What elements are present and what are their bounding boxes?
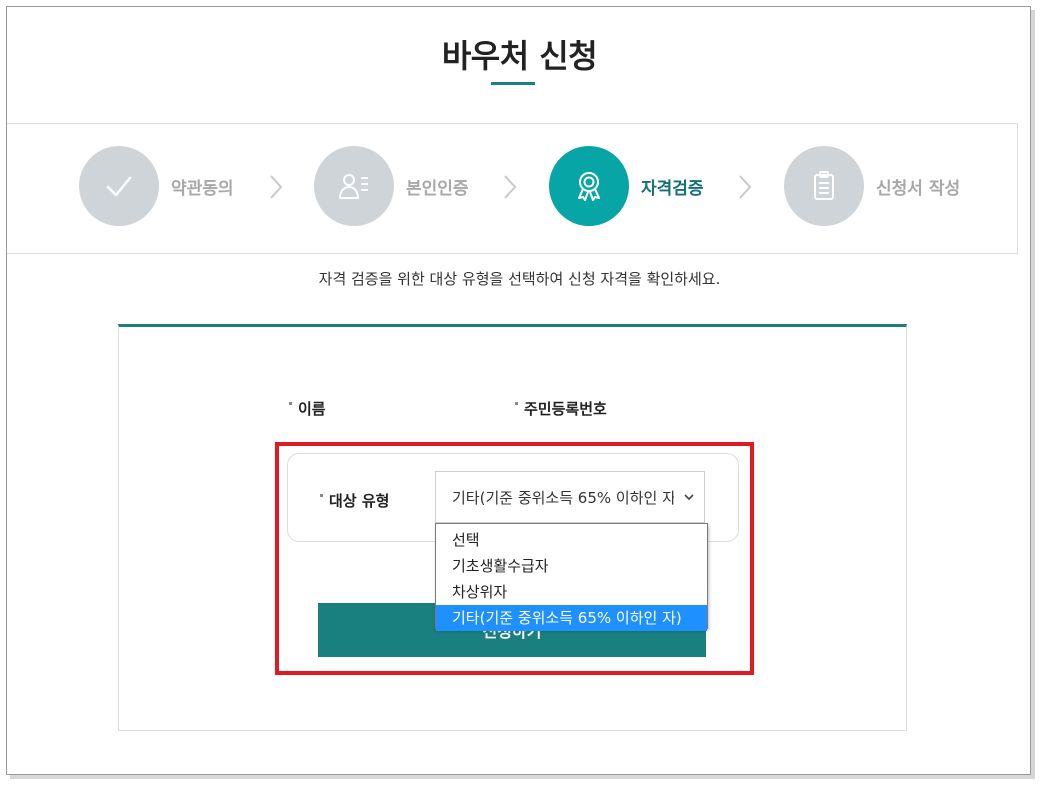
check-icon bbox=[106, 176, 132, 197]
step-label: 신청서 작성 bbox=[876, 178, 961, 199]
bullet-icon bbox=[515, 402, 518, 405]
step-eligibility: 자격검증 bbox=[549, 146, 704, 226]
page-frame: 바우처 신청 약관동의 본인인증 자격검증 신청서 작성 자격 검증을 위한 대… bbox=[6, 6, 1031, 775]
chevron-right-icon bbox=[504, 175, 517, 199]
user-id-icon bbox=[339, 174, 368, 199]
step-circle-active bbox=[549, 146, 629, 226]
step-circle bbox=[314, 146, 394, 226]
step-application-form: 신청서 작성 bbox=[784, 146, 960, 226]
chevron-right-icon bbox=[739, 175, 752, 199]
step-label: 본인인증 bbox=[406, 178, 469, 199]
guide-text: 자격 검증을 위한 대상 유형을 선택하여 신청 자격을 확인하세요. bbox=[318, 270, 721, 288]
bullet-icon bbox=[289, 402, 292, 405]
page-title: 바우처 신청 bbox=[441, 37, 598, 75]
chevron-right-icon bbox=[270, 175, 283, 199]
step-circle bbox=[79, 146, 159, 226]
step-circle bbox=[784, 146, 864, 226]
clipboard-icon bbox=[814, 171, 834, 200]
step-identity: 본인인증 bbox=[314, 146, 469, 226]
rrn-label-text: 주민등록번호 bbox=[524, 400, 607, 418]
step-label: 자격검증 bbox=[641, 178, 704, 199]
title-underline bbox=[491, 82, 535, 85]
award-icon bbox=[578, 172, 600, 201]
name-field-label: 이름 bbox=[289, 398, 326, 419]
step-terms: 약관동의 bbox=[79, 146, 234, 226]
step-label: 약관동의 bbox=[171, 178, 234, 199]
highlight-box bbox=[275, 442, 754, 675]
rrn-field-label: 주민등록번호 bbox=[515, 398, 607, 419]
name-label-text: 이름 bbox=[298, 400, 326, 418]
step-indicator: 약관동의 본인인증 자격검증 신청서 작성 bbox=[7, 123, 1018, 254]
